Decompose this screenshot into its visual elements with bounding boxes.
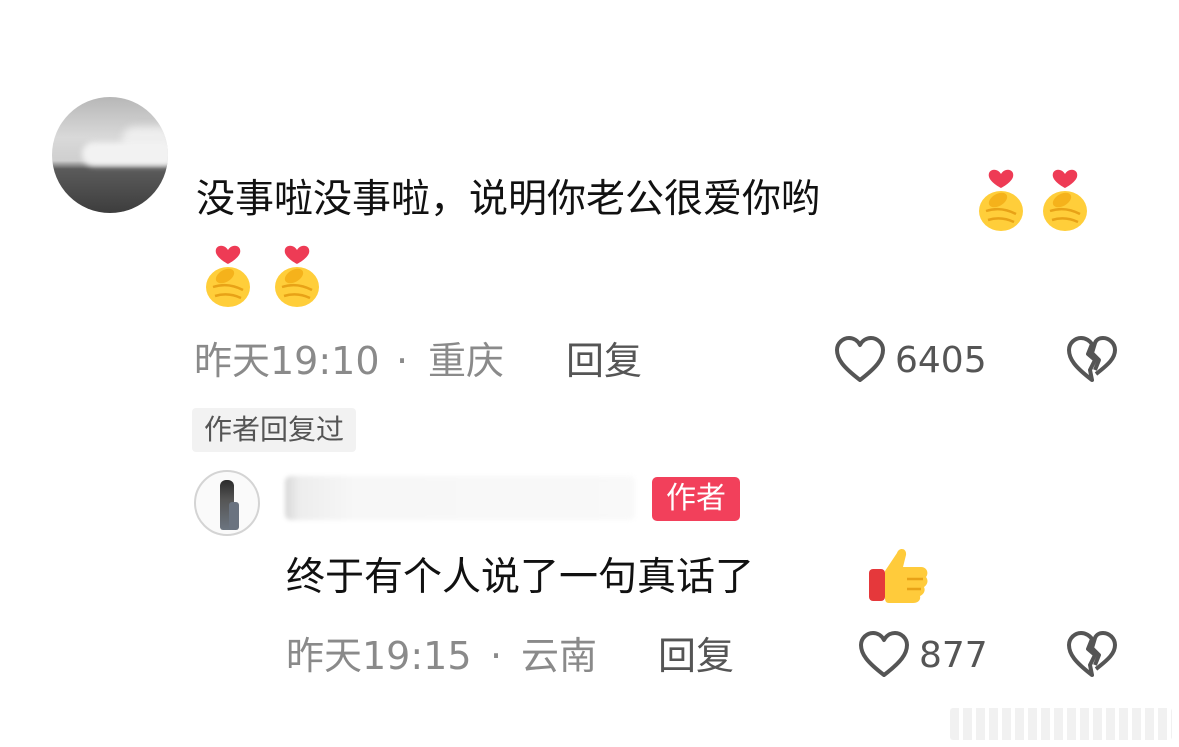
reply-author-avatar[interactable]	[194, 470, 260, 536]
reply-button[interactable]: 回复	[566, 342, 642, 380]
like-heart-icon[interactable]	[857, 629, 911, 679]
finger-heart-icon	[275, 245, 319, 307]
comment-text: 没事啦没事啦，说明你老公很爱你哟	[196, 177, 821, 222]
dislike-broken-heart-icon[interactable]	[1066, 629, 1118, 679]
finger-heart-icon	[1043, 169, 1087, 231]
like-count: 877	[919, 635, 988, 676]
author-badge: 作者	[652, 477, 740, 521]
dislike-broken-heart-icon[interactable]	[1066, 334, 1118, 384]
like-count: 6405	[895, 340, 987, 381]
meta-separator: ·	[490, 634, 503, 678]
reply-text: 终于有个人说了一句真话了	[286, 555, 755, 600]
reply-time: 昨天19:15	[286, 634, 472, 678]
finger-heart-icon	[206, 245, 250, 307]
author-replied-tag[interactable]: 作者回复过	[192, 408, 357, 452]
commenter-avatar[interactable]	[52, 97, 168, 213]
watermark	[950, 708, 1172, 740]
reply-author-name-blurred[interactable]	[285, 476, 635, 520]
meta-separator: ·	[396, 339, 409, 383]
comment-location: 重庆	[428, 339, 505, 383]
reply-location: 云南	[521, 634, 598, 678]
like-heart-icon[interactable]	[833, 334, 887, 384]
reply-button[interactable]: 回复	[658, 637, 734, 675]
finger-heart-icon	[979, 169, 1023, 231]
thumbs-up-icon	[869, 549, 928, 603]
comment-time: 昨天19:10	[194, 339, 380, 383]
